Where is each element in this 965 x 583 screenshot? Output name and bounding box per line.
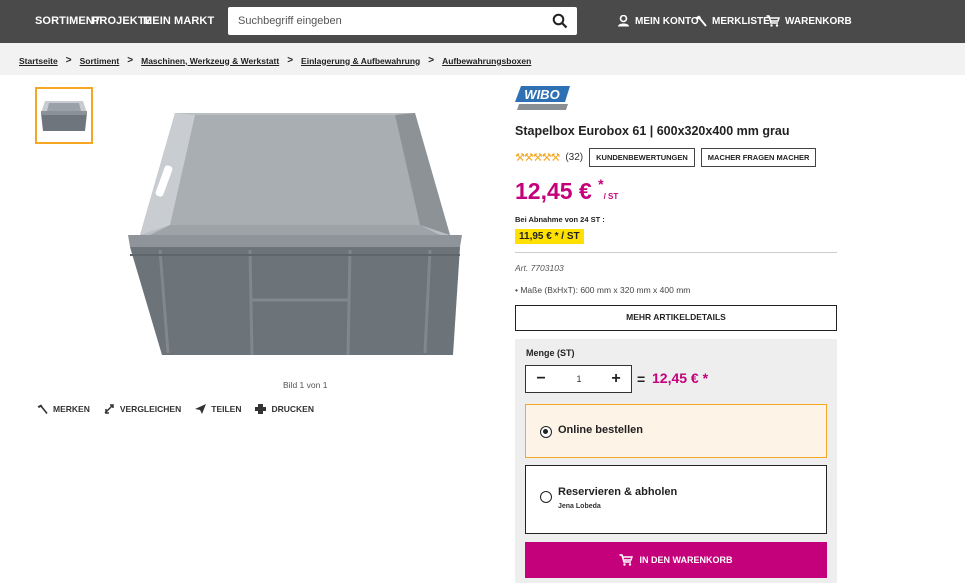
questions-button[interactable]: MACHER FRAGEN MACHER <box>700 148 817 167</box>
price-unit: / ST <box>603 192 619 201</box>
chevron-right-icon: > <box>428 55 435 66</box>
breadcrumb-startseite[interactable]: Startseite <box>19 56 58 66</box>
divider <box>515 252 837 253</box>
option-reserve-pickup[interactable]: Reservieren & abholen Jena Lobeda <box>525 465 827 534</box>
breadcrumb: Startseite > Sortiment > Maschinen, Werkze… <box>19 55 531 66</box>
chevron-right-icon: > <box>65 55 72 66</box>
option-reserve-label: Reservieren & abholen <box>558 486 678 498</box>
search-input[interactable] <box>228 7 548 35</box>
send-icon <box>195 404 207 414</box>
wishlist-link[interactable]: MERKLISTE <box>694 15 770 27</box>
share-label: TEILEN <box>211 404 242 414</box>
hammer-icon <box>37 404 48 414</box>
bulk-label: Bei Abnahme von 24 ST : <box>515 215 605 224</box>
account-link[interactable]: MEIN KONTO <box>617 15 699 27</box>
product-main-image <box>128 113 462 356</box>
price-value: 12,45 € <box>515 178 592 204</box>
box-thumbnail-image <box>41 101 87 131</box>
compare-icon <box>104 404 114 414</box>
account-label: MEIN KONTO <box>635 15 699 27</box>
chevron-right-icon: > <box>287 55 294 66</box>
chevron-right-icon: > <box>127 55 134 66</box>
store-name: Jena Lobeda <box>558 503 601 510</box>
bulk-price: 11,95 € * / ST <box>515 229 584 244</box>
equals-sign: = <box>637 371 646 387</box>
product-thumbnail[interactable] <box>35 87 93 144</box>
total-price: 12,45 € * <box>652 370 709 386</box>
spec-text: Maße (BxHxT): 600 mm x 320 mm x 400 mm <box>520 285 691 295</box>
quantity-input[interactable]: 1 <box>566 374 592 384</box>
radio-online-selected[interactable] <box>540 426 552 438</box>
cart-icon <box>766 15 780 27</box>
search-box <box>228 7 577 35</box>
quantity-increase-button[interactable]: + <box>606 369 626 389</box>
breadcrumb-sortiment[interactable]: Sortiment <box>80 56 120 66</box>
cart-label: WARENKORB <box>785 15 852 27</box>
product-title: Stapelbox Eurobox 61 | 600x320x400 mm gr… <box>515 124 790 138</box>
more-details-button[interactable]: MEHR ARTIKELDETAILS <box>515 305 837 331</box>
brand-name: WIBO <box>524 87 559 102</box>
add-to-cart-label: IN DEN WARENKORB <box>639 555 733 565</box>
quantity-stepper: − 1 + <box>525 365 632 393</box>
wishlist-label: MERKLISTE <box>712 15 770 27</box>
hammer-icon <box>695 15 707 27</box>
print-button[interactable]: DRUCKEN <box>255 404 314 414</box>
image-counter: Bild 1 von 1 <box>283 380 328 390</box>
merken-button[interactable]: MERKEN <box>37 404 90 414</box>
rating-count[interactable]: (32) <box>565 152 583 163</box>
breadcrumb-bar: Startseite > Sortiment > Maschinen, Werkze… <box>0 43 965 75</box>
article-number: Art. 7703103 <box>515 263 564 273</box>
product-price: 12,45 € */ ST <box>515 176 618 205</box>
cart-icon <box>619 554 634 566</box>
share-button[interactable]: TEILEN <box>195 404 241 414</box>
top-header: SORTIMENT PROJEKTE MEIN MARKT MEIN KONTO… <box>0 0 965 43</box>
radio-reserve[interactable] <box>540 491 552 503</box>
option-online-label: Online bestellen <box>558 424 643 436</box>
price-footnote-star: * <box>598 176 604 192</box>
nav-sortiment[interactable]: SORTIMENT <box>35 15 101 27</box>
search-icon[interactable] <box>552 13 568 29</box>
rating-hammers-icon: ⚒⚒⚒⚒⚒ <box>515 152 560 164</box>
quantity-label: Menge (ST) <box>526 348 575 358</box>
breadcrumb-maschinen[interactable]: Maschinen, Werkzeug & Werkstatt <box>141 56 279 66</box>
compare-label: VERGLEICHEN <box>119 404 182 414</box>
cart-link[interactable]: WARENKORB <box>766 15 852 27</box>
add-to-cart-button[interactable]: IN DEN WARENKORB <box>525 542 827 578</box>
option-online-order[interactable]: Online bestellen <box>525 404 827 458</box>
rating-row: ⚒⚒⚒⚒⚒ (32) KUNDENBEWERTUNGEN MACHER FRAG… <box>515 148 817 167</box>
spec-dimensions: • Maße (BxHxT): 600 mm x 320 mm x 400 mm <box>515 285 691 295</box>
print-label: DRUCKEN <box>271 404 314 414</box>
reviews-button[interactable]: KUNDENBEWERTUNGEN <box>589 148 695 167</box>
breadcrumb-aufbewahrungsboxen[interactable]: Aufbewahrungsboxen <box>442 56 531 66</box>
breadcrumb-einlagerung[interactable]: Einlagerung & Aufbewahrung <box>301 56 420 66</box>
user-icon <box>618 15 629 27</box>
product-actions: MERKEN VERGLEICHEN TEILEN DRUCKEN <box>37 404 314 414</box>
nav-mein-markt[interactable]: MEIN MARKT <box>143 15 214 27</box>
printer-icon <box>255 404 267 414</box>
merken-label: MERKEN <box>53 404 90 414</box>
quantity-decrease-button[interactable]: − <box>531 369 551 389</box>
compare-button[interactable]: VERGLEICHEN <box>104 404 181 414</box>
brand-logo: WIBO <box>515 86 570 110</box>
